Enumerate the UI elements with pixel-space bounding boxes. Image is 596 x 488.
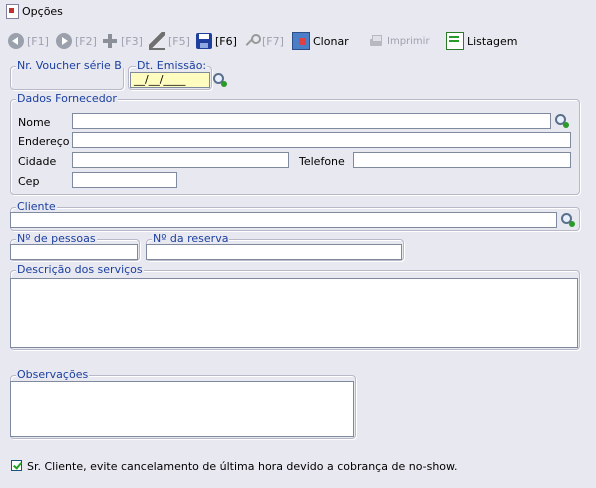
key-icon bbox=[243, 33, 261, 49]
emission-date-lookup-icon[interactable] bbox=[212, 72, 228, 88]
options-menu[interactable]: Opções bbox=[22, 5, 63, 18]
print-button[interactable]: Imprimir bbox=[368, 31, 430, 51]
supplier-zip-input[interactable] bbox=[72, 172, 177, 188]
options-menu-icon[interactable] bbox=[6, 4, 19, 19]
city-label: Cidade bbox=[18, 155, 57, 168]
client-lookup-icon[interactable] bbox=[560, 212, 576, 228]
back-label: [F1] bbox=[27, 34, 49, 48]
address-label: Endereço bbox=[18, 135, 70, 148]
back-arrow-icon bbox=[8, 33, 24, 49]
save-label: [F6] bbox=[215, 34, 237, 48]
printer-icon bbox=[368, 33, 384, 49]
emission-date-input[interactable]: __/__/____ bbox=[130, 72, 210, 88]
edit-button[interactable]: [F5] bbox=[149, 31, 190, 51]
emission-date-legend: Dt. Emissão: bbox=[136, 59, 208, 72]
supplier-phone-input[interactable] bbox=[353, 152, 571, 168]
clone-icon bbox=[292, 32, 310, 50]
people-input[interactable] bbox=[10, 244, 138, 260]
services-textarea[interactable] bbox=[10, 278, 578, 348]
print-label: Imprimir bbox=[387, 35, 430, 47]
save-button[interactable]: [F6] bbox=[196, 31, 237, 51]
no-show-warning-label: Sr. Cliente, evite cancelamento de últim… bbox=[27, 460, 458, 473]
forward-arrow-icon bbox=[56, 33, 72, 49]
zip-label: Cep bbox=[18, 175, 40, 188]
reservation-input[interactable] bbox=[146, 244, 402, 260]
supplier-lookup-icon[interactable] bbox=[554, 113, 570, 129]
list-icon bbox=[446, 32, 464, 50]
name-label: Nome bbox=[18, 116, 51, 129]
search-button[interactable]: [F7] bbox=[243, 31, 284, 51]
list-button[interactable]: Listagem bbox=[446, 31, 517, 51]
supplier-legend: Dados Fornecedor bbox=[16, 92, 118, 105]
clone-label: Clonar bbox=[313, 34, 349, 48]
forward-label: [F2] bbox=[75, 34, 97, 48]
no-show-warning-checkbox[interactable] bbox=[11, 460, 22, 471]
add-button[interactable]: [F3] bbox=[102, 31, 143, 51]
list-label: Listagem bbox=[467, 34, 518, 48]
client-input[interactable] bbox=[10, 212, 557, 228]
supplier-city-input[interactable] bbox=[72, 152, 289, 168]
clone-button[interactable]: Clonar bbox=[292, 31, 349, 51]
add-label: [F3] bbox=[121, 34, 143, 48]
back-button[interactable]: [F1] bbox=[8, 31, 49, 51]
edit-label: [F5] bbox=[168, 34, 190, 48]
menu-bar: Opções bbox=[0, 0, 596, 24]
floppy-disk-icon bbox=[196, 33, 212, 49]
plus-icon bbox=[102, 33, 118, 49]
forward-button[interactable]: [F2] bbox=[56, 31, 97, 51]
notes-textarea[interactable] bbox=[10, 381, 354, 437]
phone-label: Telefone bbox=[299, 155, 345, 168]
voucher-legend: Nr. Voucher série B bbox=[16, 59, 123, 72]
services-legend: Descrição dos serviços bbox=[16, 263, 144, 276]
search-label: [F7] bbox=[262, 34, 284, 48]
supplier-name-input[interactable] bbox=[72, 113, 551, 129]
supplier-address-input[interactable] bbox=[72, 132, 571, 148]
notes-legend: Observações bbox=[16, 368, 90, 381]
pencil-icon bbox=[149, 32, 165, 50]
